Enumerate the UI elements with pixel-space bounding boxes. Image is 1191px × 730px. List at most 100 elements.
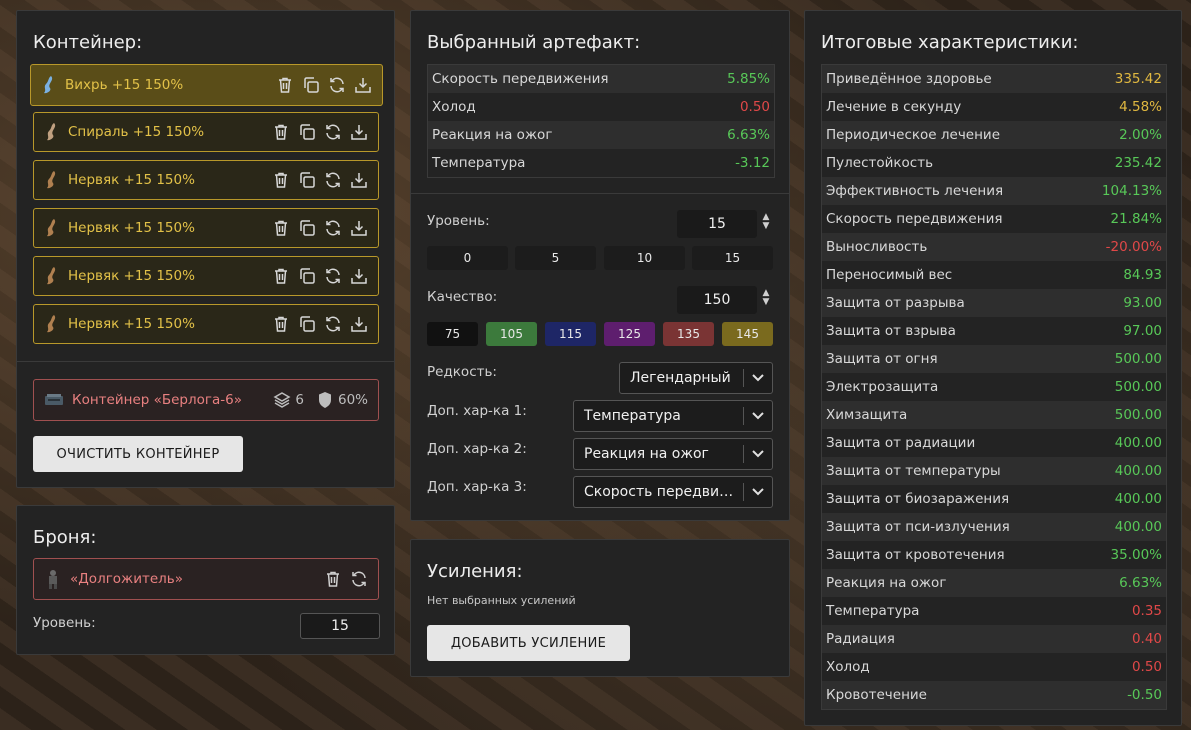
stat-name: Приведённое здоровье: [826, 71, 992, 87]
armor-level-input[interactable]: 15: [300, 613, 380, 639]
extra1-value: Температура: [584, 408, 681, 424]
copy-icon[interactable]: [302, 76, 320, 94]
total-stat-row: Кровотечение -0.50: [822, 681, 1166, 709]
quality-preset-button[interactable]: 105: [486, 322, 537, 346]
armor-item[interactable]: «Долгожитель»: [33, 558, 379, 600]
total-stat-row: Защита от температуры 400.00: [822, 457, 1166, 485]
level-input[interactable]: 15: [677, 210, 757, 238]
total-stat-row: Защита от пси-излучения 400.00: [822, 513, 1166, 541]
quality-preset-button[interactable]: 135: [663, 322, 714, 346]
totals-table: Приведённое здоровье 335.42 Лечение в секу…: [821, 64, 1167, 710]
copy-icon[interactable]: [298, 171, 316, 189]
nerve-artifact-icon: [44, 218, 60, 238]
replace-icon[interactable]: [324, 171, 342, 189]
level-spinner[interactable]: ▲ ▼: [760, 213, 772, 231]
stat-name: Холод: [826, 659, 870, 675]
stat-name: Пулестойкость: [826, 155, 934, 171]
quality-preset-button[interactable]: 75: [427, 322, 478, 346]
total-stat-row: Лечение в секунду 4.58%: [822, 93, 1166, 121]
quality-preset-button[interactable]: 125: [604, 322, 655, 346]
container-item[interactable]: Нервяк +15 150%: [33, 208, 379, 248]
trash-icon[interactable]: [272, 219, 290, 237]
replace-icon[interactable]: [324, 315, 342, 333]
stat-name: Кровотечение: [826, 687, 927, 703]
replace-icon[interactable]: [324, 123, 342, 141]
rarity-select[interactable]: Легендарный: [619, 362, 773, 394]
extra3-select[interactable]: Скорость передвижения: [573, 476, 773, 508]
rarity-label: Редкость:: [427, 364, 497, 380]
download-icon[interactable]: [350, 315, 368, 333]
quality-spinner[interactable]: ▲ ▼: [760, 289, 772, 307]
download-icon[interactable]: [350, 171, 368, 189]
container-item[interactable]: Спираль +15 150%: [33, 112, 379, 152]
stat-name: Скорость передвижения: [826, 211, 1003, 227]
container-item[interactable]: Вихрь +15 150%: [30, 64, 383, 106]
container-protection: 60%: [337, 392, 368, 408]
trash-icon[interactable]: [272, 171, 290, 189]
download-icon[interactable]: [350, 219, 368, 237]
download-icon[interactable]: [354, 76, 372, 94]
quality-preset-button[interactable]: 145: [722, 322, 773, 346]
level-preset-button[interactable]: 10: [604, 246, 685, 270]
total-stat-row: Эффективность лечения 104.13%: [822, 177, 1166, 205]
quality-input[interactable]: 150: [677, 286, 757, 314]
armor-level-label: Уровень:: [33, 615, 96, 631]
total-stat-row: Скорость передвижения 21.84%: [822, 205, 1166, 233]
replace-icon[interactable]: [324, 219, 342, 237]
replace-icon[interactable]: [328, 76, 346, 94]
total-stat-row: Радиация 0.40: [822, 625, 1166, 653]
container-item[interactable]: Нервяк +15 150%: [33, 256, 379, 296]
total-stat-row: Периодическое лечение 2.00%: [822, 121, 1166, 149]
trash-icon[interactable]: [272, 315, 290, 333]
level-preset-button[interactable]: 5: [515, 246, 596, 270]
clear-container-button[interactable]: ОЧИСТИТЬ КОНТЕЙНЕР: [33, 436, 243, 472]
stat-value: 35.00%: [1110, 547, 1162, 563]
stat-value: 500.00: [1114, 351, 1162, 367]
copy-icon[interactable]: [298, 219, 316, 237]
stat-value: 5.85%: [727, 71, 770, 87]
stat-value: 2.00%: [1119, 127, 1162, 143]
chevron-down-icon: [744, 374, 772, 382]
download-icon[interactable]: [350, 123, 368, 141]
stat-value: 97.00: [1123, 323, 1162, 339]
container-item-label: Нервяк +15 150%: [68, 268, 195, 284]
container-item[interactable]: Нервяк +15 150%: [33, 160, 379, 200]
quality-preset-button[interactable]: 115: [545, 322, 596, 346]
extra2-label: Доп. хар-ка 2:: [427, 441, 527, 457]
stat-name: Реакция на ожог: [432, 127, 553, 143]
extra1-select[interactable]: Температура: [573, 400, 773, 432]
stat-name: Радиация: [826, 631, 895, 647]
stat-value: 4.58%: [1119, 99, 1162, 115]
copy-icon[interactable]: [298, 315, 316, 333]
level-preset-button[interactable]: 15: [692, 246, 773, 270]
stat-value: -20.00%: [1105, 239, 1162, 255]
trash-icon[interactable]: [324, 570, 342, 588]
armor-panel: Броня: «Долгожитель» Уровень: 15: [16, 505, 395, 655]
divider: [17, 361, 394, 362]
boosts-empty-text: Нет выбранных усилений: [427, 594, 576, 607]
container-item-label: Вихрь +15 150%: [65, 77, 184, 93]
add-boost-button[interactable]: ДОБАВИТЬ УСИЛЕНИЕ: [427, 625, 630, 661]
stat-value: 400.00: [1114, 463, 1162, 479]
stat-value: 6.63%: [1119, 575, 1162, 591]
container-box-label: Контейнер «Берлога-6»: [72, 392, 242, 408]
trash-icon[interactable]: [276, 76, 294, 94]
copy-icon[interactable]: [298, 267, 316, 285]
container-item[interactable]: Нервяк +15 150%: [33, 304, 379, 344]
stat-name: Защита от разрыва: [826, 295, 965, 311]
download-icon[interactable]: [350, 267, 368, 285]
level-preset-button[interactable]: 0: [427, 246, 508, 270]
container-box[interactable]: Контейнер «Берлога-6» 6 60%: [33, 379, 379, 421]
trash-icon[interactable]: [272, 267, 290, 285]
boosts-title: Усиления:: [427, 561, 523, 582]
total-stat-row: Химзащита 500.00: [822, 401, 1166, 429]
extra2-select[interactable]: Реакция на ожог: [573, 438, 773, 470]
trash-icon[interactable]: [272, 123, 290, 141]
layers-icon: [273, 391, 291, 409]
stat-name: Эффективность лечения: [826, 183, 1004, 199]
replace-icon[interactable]: [350, 570, 368, 588]
stat-value: 335.42: [1114, 71, 1162, 87]
replace-icon[interactable]: [324, 267, 342, 285]
vortex-artifact-icon: [41, 75, 57, 95]
copy-icon[interactable]: [298, 123, 316, 141]
